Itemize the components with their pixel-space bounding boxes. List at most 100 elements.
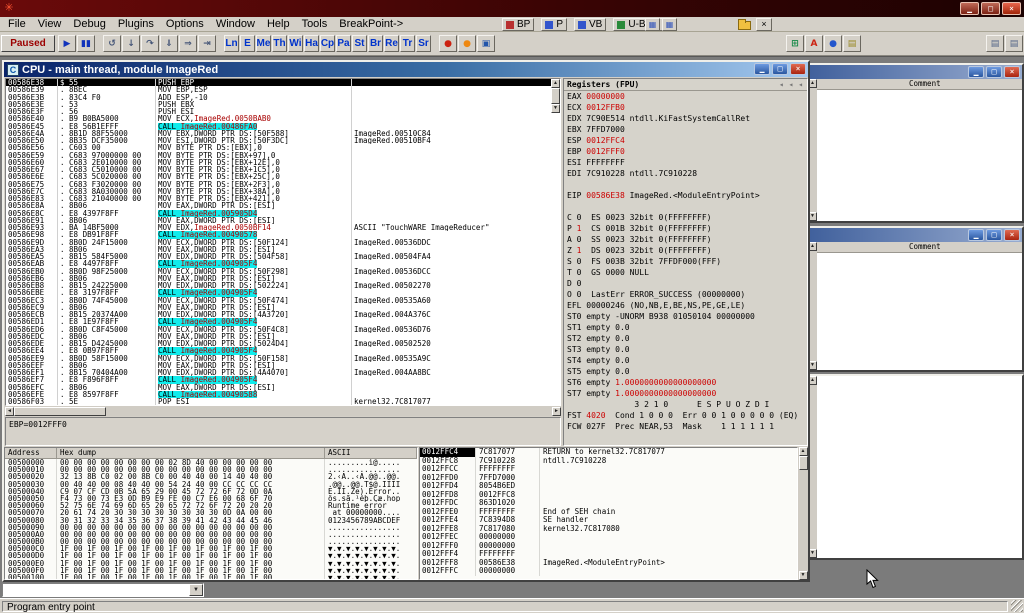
log-icon[interactable]: ●	[439, 35, 457, 52]
colors-icon[interactable]: ●	[824, 35, 842, 52]
pause-icon[interactable]: ▮▮	[77, 35, 95, 52]
toolbar-letter-wi[interactable]: Wi	[288, 35, 303, 52]
disasm-row[interactable]: 00586E7C. C683 8A030000 00MOV BYTE PTR D…	[6, 188, 551, 195]
scroll-right-icon[interactable]: ►	[552, 407, 561, 416]
dump-row[interactable]: 005000C01F 00 1F 00 1F 00 1F 00 1F 00 1F…	[5, 545, 417, 552]
disasm-row[interactable]: 00586EC9. 8B06MOV EAX,DWORD PTR DS:[ESI]	[6, 304, 551, 311]
dump-row[interactable]: 005000E01F 00 1F 00 1F 00 1F 00 1F 00 1F…	[5, 560, 417, 567]
disasm-row[interactable]: 00586EDE. 8B15 D4245000MOV EDX,DWORD PTR…	[6, 340, 551, 347]
scroll-up-icon[interactable]: ▲	[551, 79, 560, 88]
animate-into-icon[interactable]: ⇓	[160, 35, 178, 52]
scroll-down-icon[interactable]: ▼	[551, 104, 560, 113]
stack-scrollbar[interactable]: ▲ ▼	[798, 447, 808, 580]
execute-till-return-icon[interactable]: ⇥	[198, 35, 216, 52]
dump-row[interactable]: 0050006052 75 6E 74 69 6D 65 20 65 72 72…	[5, 502, 417, 509]
register-line[interactable]: ST0 empty -UNORM B938 01050104 00000000	[564, 311, 807, 322]
register-line[interactable]: ST4 empty 0.0	[564, 355, 807, 366]
register-line[interactable]: Z 1 DS 0023 32bit 0(FFFFFFFF)	[564, 245, 807, 256]
stack-row[interactable]: 0012FFE87C817080kernel32.7C817080	[420, 525, 797, 534]
menu-item-debug[interactable]: Debug	[67, 17, 111, 32]
stack-row[interactable]: 0012FFC87C910228ntdll.7C910228	[420, 457, 797, 466]
disasm-row[interactable]: 00586E6E. C683 5C020000 00MOV BYTE PTR D…	[6, 173, 551, 180]
register-line[interactable]: EFL 00000246 (NO,NB,E,BE,NS,PE,GE,LE)	[564, 300, 807, 311]
toolbar-letter-tr[interactable]: Tr	[400, 35, 415, 52]
watch-list-icon[interactable]: ▤	[1005, 35, 1023, 52]
disasm-row[interactable]: 00586ED1. E8 1E97F8FFCALL ImageRed.00490…	[6, 318, 551, 325]
scroll-up-icon[interactable]: ▲	[799, 447, 808, 456]
disasm-row[interactable]: 00586EFC. 8B06MOV EAX,DWORD PTR DS:[ESI]	[6, 384, 551, 391]
cpu-maximize-button[interactable]: □	[772, 63, 788, 75]
stack-row[interactable]: 0012FFE0FFFFFFFFEnd of SEH chain	[420, 508, 797, 517]
menu-item-tools[interactable]: Tools	[296, 17, 334, 32]
disasm-row[interactable]: 00586E60. C683 2E010000 00MOV BYTE PTR D…	[6, 159, 551, 166]
side-window-1-close-button[interactable]: ×	[1004, 66, 1020, 78]
toolbar-letter-pa[interactable]: Pa	[336, 35, 351, 52]
disassembly-scrollbar[interactable]: ▲ ▼	[551, 79, 560, 405]
cpu-close-button[interactable]: ×	[790, 63, 806, 75]
scroll-thumb[interactable]	[14, 407, 106, 416]
menu-item-help[interactable]: Help	[261, 17, 296, 32]
stack-row[interactable]: 0012FFEC00000000	[420, 533, 797, 542]
scroll-thumb[interactable]	[551, 88, 560, 104]
toolbar-letter-ha[interactable]: Ha	[304, 35, 319, 52]
toolbar-letter-st[interactable]: St	[352, 35, 367, 52]
restart-icon[interactable]: ↺	[103, 35, 121, 52]
menu-item-file[interactable]: File	[2, 17, 32, 32]
register-line[interactable]: S 0 FS 003B 32bit 7FFDF000(FFF)	[564, 256, 807, 267]
cpu-minimize-button[interactable]: ▁	[754, 63, 770, 75]
log-list-icon[interactable]: ▤	[986, 35, 1004, 52]
menu-item-view[interactable]: View	[32, 17, 68, 32]
disasm-row[interactable]: 00586E3F. 56PUSH ESI	[6, 108, 551, 115]
disasm-row[interactable]: 00586E3E. 53PUSH EBX	[6, 101, 551, 108]
menu-button-vb[interactable]: VB	[574, 18, 606, 31]
disasm-row[interactable]: 00586EFE. E8 8597F8FFCALL ImageRed.00490…	[6, 391, 551, 398]
register-line[interactable]: A 0 SS 0023 32bit 0(FFFFFFFF)	[564, 234, 807, 245]
dump-row[interactable]: 0050003000 40 40 00 08 40 40 00 54 24 40…	[5, 481, 417, 488]
side-window-1-minimize-button[interactable]: ▁	[968, 66, 984, 78]
title-bar[interactable]: ✳ ▁ □ ×	[0, 0, 1024, 17]
run-icon[interactable]: ▶	[58, 35, 76, 52]
disasm-row[interactable]: 00586E8C. E8 4397F8FFCALL ImageRed.00590…	[6, 210, 551, 217]
register-line[interactable]: EDX 7C90E514 ntdll.KiFastSystemCallRet	[564, 113, 807, 124]
register-line[interactable]: ST1 empty 0.0	[564, 322, 807, 333]
side-window-2-maximize-button[interactable]: □	[986, 229, 1002, 241]
side-window-2-minimize-button[interactable]: ▁	[968, 229, 984, 241]
register-line[interactable]: ESP 0012FFC4	[564, 135, 807, 146]
appearance-icon[interactable]: A	[805, 35, 823, 52]
stack-row[interactable]: 0012FFF4FFFFFFFF	[420, 550, 797, 559]
disasm-row[interactable]: 00586E39. 8BECMOV EBP,ESP	[6, 86, 551, 93]
register-line[interactable]: P 1 CS 001B 32bit 0(FFFFFFFF)	[564, 223, 807, 234]
side-window-1-title-bar[interactable]: ▁ □ ×	[808, 65, 1022, 79]
register-line[interactable]: FCW 027F Prec NEAR,53 Mask 1 1 1 1 1 1	[564, 421, 807, 432]
toolbar-letter-re[interactable]: Re	[384, 35, 399, 52]
register-line[interactable]: ST2 empty 0.0	[564, 333, 807, 344]
disasm-row[interactable]: 00586E59. C683 97000000 00MOV BYTE PTR D…	[6, 152, 551, 159]
disasm-row[interactable]: 00586EB0. 8B0D 98F25000MOV ECX,DWORD PTR…	[6, 268, 551, 275]
dump-row[interactable]: 005000B000 00 00 00 00 00 00 00 00 00 00…	[5, 538, 417, 545]
disasm-row[interactable]: 00586E8A. 8B06MOV EAX,DWORD PTR DS:[ESI]	[6, 202, 551, 209]
register-line[interactable]: ST7 empty 1.0000000000000000000	[564, 388, 807, 399]
disasm-row[interactable]: 00586E40. B9 B0BA5000MOV ECX,ImageRed.00…	[6, 115, 551, 122]
side-window-1-maximize-button[interactable]: □	[986, 66, 1002, 78]
dump-row[interactable]: 005000D01F 00 1F 00 1F 00 1F 00 1F 00 1F…	[5, 552, 417, 559]
dropdown-arrow-icon[interactable]: ▼	[189, 584, 203, 596]
disassembly-hscrollbar[interactable]: ◄ ►	[5, 406, 561, 416]
disasm-row[interactable]: 00586E3B. 83C4 F0ADD ESP,-10	[6, 94, 551, 101]
animate-over-icon[interactable]: ⇒	[179, 35, 197, 52]
toolbar-letter-th[interactable]: Th	[272, 35, 287, 52]
register-line[interactable]: ECX 0012FFB0	[564, 102, 807, 113]
disasm-row[interactable]: 00586EF1. 8B15 70404A00MOV EDX,DWORD PTR…	[6, 369, 551, 376]
stack-row[interactable]: 0012FFE47C8394D8SE handler	[420, 516, 797, 525]
disasm-row[interactable]: 00586EF7. E8 F896F8FFCALL ImageRed.00490…	[6, 376, 551, 383]
dump-row[interactable]: 0050009000 00 00 00 00 00 00 00 00 00 00…	[5, 524, 417, 531]
resize-grip[interactable]	[1011, 600, 1023, 612]
cascade-windows-icon[interactable]: ▦	[662, 18, 677, 31]
menu-button-bp[interactable]: BP	[502, 18, 534, 31]
menu-close-button[interactable]: ×	[756, 18, 772, 31]
stack-row[interactable]: 0012FFD07FFD7000	[420, 474, 797, 483]
stack-row[interactable]: 0012FFFC00000000	[420, 567, 797, 576]
register-line[interactable]: D 0	[564, 278, 807, 289]
toolbar-letter-sr[interactable]: Sr	[416, 35, 431, 52]
dump-row[interactable]: 005001001F 00 1F 00 1F 00 1F 00 1F 00 1F…	[5, 574, 417, 580]
toolbar-letter-ln[interactable]: Ln	[224, 35, 239, 52]
